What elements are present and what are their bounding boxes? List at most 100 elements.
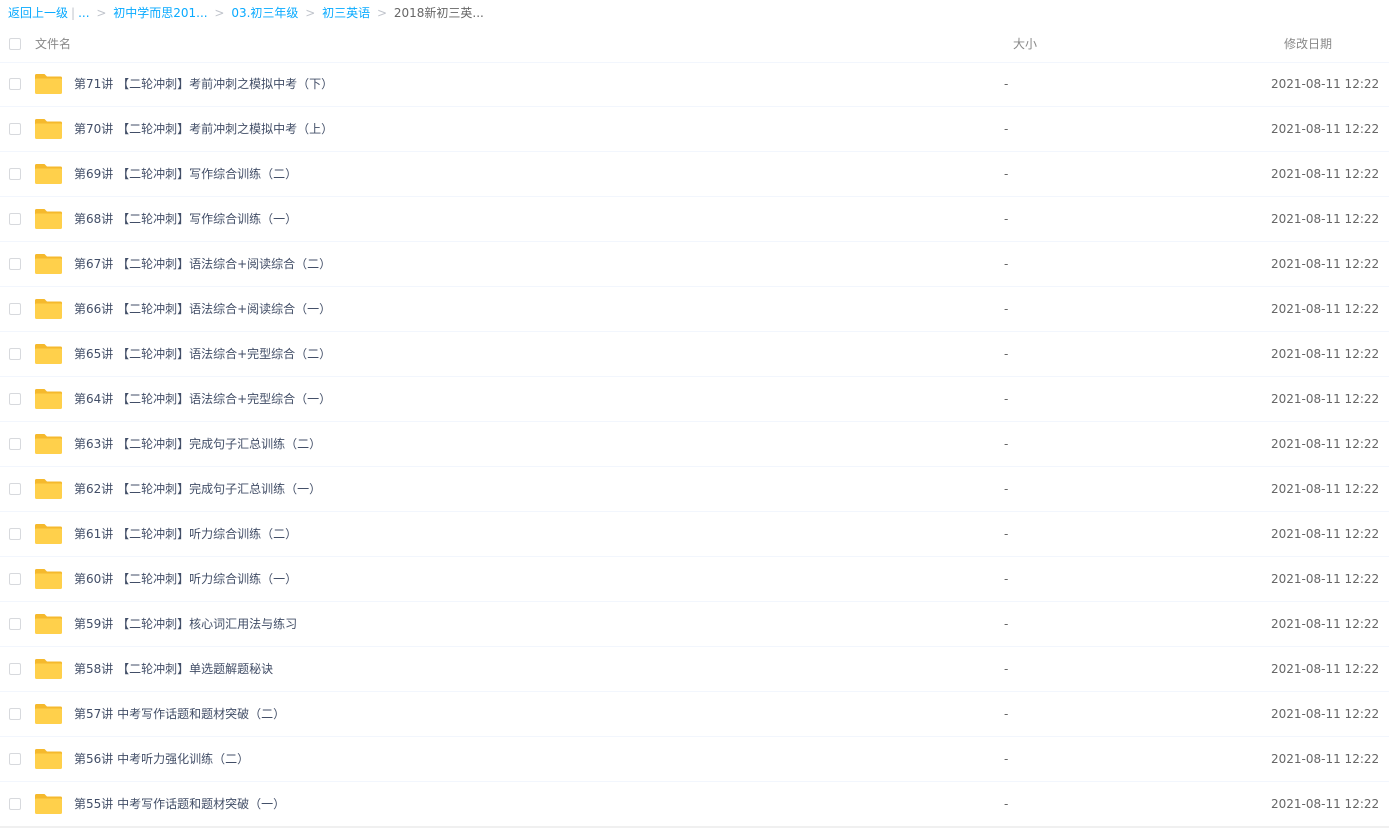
file-name[interactable]: 第69讲 【二轮冲刺】写作综合训练（二） <box>74 152 297 196</box>
column-header-name[interactable]: 文件名 <box>35 26 71 62</box>
file-name[interactable]: 第70讲 【二轮冲刺】考前冲刺之模拟中考（上） <box>74 107 333 151</box>
file-date: 2021-08-11 12:22 <box>1271 437 1380 451</box>
file-browser: 返回上一级 |... > 初中学而思201... > 03.初三年级 > 初三英语… <box>0 0 1389 828</box>
file-size: - <box>1004 437 1009 451</box>
folder-icon <box>35 119 62 139</box>
row-checkbox[interactable] <box>9 798 21 810</box>
file-size: - <box>1004 752 1009 766</box>
folder-icon <box>35 569 62 589</box>
file-row[interactable]: 第57讲 中考写作话题和题材突破（二） - 2021-08-11 12:22 <box>0 692 1389 737</box>
file-row[interactable]: 第70讲 【二轮冲刺】考前冲刺之模拟中考（上） - 2021-08-11 12:… <box>0 107 1389 152</box>
file-row[interactable]: 第68讲 【二轮冲刺】写作综合训练（一） - 2021-08-11 12:22 <box>0 197 1389 242</box>
file-name[interactable]: 第63讲 【二轮冲刺】完成句子汇总训练（二） <box>74 422 321 466</box>
file-size: - <box>1004 257 1009 271</box>
row-checkbox[interactable] <box>9 168 21 180</box>
folder-icon <box>35 479 62 499</box>
file-list: 第71讲 【二轮冲刺】考前冲刺之模拟中考（下） - 2021-08-11 12:… <box>0 62 1389 827</box>
file-name[interactable]: 第60讲 【二轮冲刺】听力综合训练（一） <box>74 557 297 601</box>
breadcrumb-ellipsis[interactable]: ... <box>78 6 89 20</box>
breadcrumb-separator: > <box>214 6 225 20</box>
file-row[interactable]: 第64讲 【二轮冲刺】语法综合+完型综合（一） - 2021-08-11 12:… <box>0 377 1389 422</box>
file-size: - <box>1004 302 1009 316</box>
select-all-checkbox[interactable] <box>9 38 21 50</box>
file-name[interactable]: 第65讲 【二轮冲刺】语法综合+完型综合（二） <box>74 332 331 376</box>
file-row[interactable]: 第56讲 中考听力强化训练（二） - 2021-08-11 12:22 <box>0 737 1389 782</box>
file-name[interactable]: 第67讲 【二轮冲刺】语法综合+阅读综合（二） <box>74 242 331 286</box>
row-checkbox[interactable] <box>9 483 21 495</box>
file-size: - <box>1004 482 1009 496</box>
row-checkbox[interactable] <box>9 528 21 540</box>
folder-icon <box>35 794 62 814</box>
row-checkbox[interactable] <box>9 708 21 720</box>
breadcrumb-item-2[interactable]: 03.初三年级 <box>231 6 298 20</box>
row-checkbox[interactable] <box>9 753 21 765</box>
file-size: - <box>1004 122 1009 136</box>
file-name[interactable]: 第55讲 中考写作话题和题材突破（一） <box>74 782 285 826</box>
folder-icon <box>35 614 62 634</box>
file-date: 2021-08-11 12:22 <box>1271 257 1380 271</box>
folder-icon <box>35 209 62 229</box>
row-checkbox[interactable] <box>9 258 21 270</box>
folder-icon <box>35 74 62 94</box>
file-name[interactable]: 第71讲 【二轮冲刺】考前冲刺之模拟中考（下） <box>74 62 333 106</box>
row-checkbox[interactable] <box>9 303 21 315</box>
file-row[interactable]: 第61讲 【二轮冲刺】听力综合训练（二） - 2021-08-11 12:22 <box>0 512 1389 557</box>
breadcrumb-current: 2018新初三英... <box>393 6 484 20</box>
file-date: 2021-08-11 12:22 <box>1271 572 1380 586</box>
file-name[interactable]: 第66讲 【二轮冲刺】语法综合+阅读综合（一） <box>74 287 331 331</box>
folder-icon <box>35 254 62 274</box>
column-header-date[interactable]: 修改日期 <box>1284 26 1332 62</box>
file-name[interactable]: 第56讲 中考听力强化训练（二） <box>74 737 249 781</box>
file-size: - <box>1004 527 1009 541</box>
folder-icon <box>35 164 62 184</box>
file-name[interactable]: 第61讲 【二轮冲刺】听力综合训练（二） <box>74 512 297 556</box>
file-size: - <box>1004 392 1009 406</box>
row-checkbox[interactable] <box>9 78 21 90</box>
file-row[interactable]: 第71讲 【二轮冲刺】考前冲刺之模拟中考（下） - 2021-08-11 12:… <box>0 62 1389 107</box>
file-row[interactable]: 第58讲 【二轮冲刺】单选题解题秘诀 - 2021-08-11 12:22 <box>0 647 1389 692</box>
file-row[interactable]: 第62讲 【二轮冲刺】完成句子汇总训练（一） - 2021-08-11 12:2… <box>0 467 1389 512</box>
row-checkbox[interactable] <box>9 573 21 585</box>
row-checkbox[interactable] <box>9 618 21 630</box>
file-date: 2021-08-11 12:22 <box>1271 302 1380 316</box>
file-size: - <box>1004 77 1009 91</box>
file-row[interactable]: 第60讲 【二轮冲刺】听力综合训练（一） - 2021-08-11 12:22 <box>0 557 1389 602</box>
file-row[interactable]: 第65讲 【二轮冲刺】语法综合+完型综合（二） - 2021-08-11 12:… <box>0 332 1389 377</box>
file-date: 2021-08-11 12:22 <box>1271 662 1380 676</box>
file-row[interactable]: 第67讲 【二轮冲刺】语法综合+阅读综合（二） - 2021-08-11 12:… <box>0 242 1389 287</box>
file-name[interactable]: 第64讲 【二轮冲刺】语法综合+完型综合（一） <box>74 377 331 421</box>
file-row[interactable]: 第55讲 中考写作话题和题材突破（一） - 2021-08-11 12:22 <box>0 782 1389 827</box>
row-checkbox[interactable] <box>9 393 21 405</box>
file-name[interactable]: 第59讲 【二轮冲刺】核心词汇用法与练习 <box>74 602 297 646</box>
folder-icon <box>35 749 62 769</box>
file-date: 2021-08-11 12:22 <box>1271 617 1380 631</box>
row-checkbox[interactable] <box>9 438 21 450</box>
row-checkbox[interactable] <box>9 213 21 225</box>
file-name[interactable]: 第62讲 【二轮冲刺】完成句子汇总训练（一） <box>74 467 321 511</box>
file-row[interactable]: 第69讲 【二轮冲刺】写作综合训练（二） - 2021-08-11 12:22 <box>0 152 1389 197</box>
back-link[interactable]: 返回上一级 <box>8 6 68 20</box>
file-row[interactable]: 第66讲 【二轮冲刺】语法综合+阅读综合（一） - 2021-08-11 12:… <box>0 287 1389 332</box>
file-row[interactable]: 第59讲 【二轮冲刺】核心词汇用法与练习 - 2021-08-11 12:22 <box>0 602 1389 647</box>
breadcrumb-separator: > <box>376 6 388 20</box>
file-size: - <box>1004 167 1009 181</box>
folder-icon <box>35 524 62 544</box>
breadcrumb-separator: > <box>96 6 107 20</box>
file-date: 2021-08-11 12:22 <box>1271 212 1380 226</box>
folder-icon <box>35 389 62 409</box>
row-checkbox[interactable] <box>9 348 21 360</box>
file-date: 2021-08-11 12:22 <box>1271 122 1380 136</box>
file-size: - <box>1004 707 1009 721</box>
file-date: 2021-08-11 12:22 <box>1271 752 1380 766</box>
column-header-size[interactable]: 大小 <box>1013 26 1037 62</box>
breadcrumb-item-1[interactable]: 初中学而思201... <box>113 6 207 20</box>
file-name[interactable]: 第57讲 中考写作话题和题材突破（二） <box>74 692 285 736</box>
file-name[interactable]: 第58讲 【二轮冲刺】单选题解题秘诀 <box>74 647 273 691</box>
file-row[interactable]: 第63讲 【二轮冲刺】完成句子汇总训练（二） - 2021-08-11 12:2… <box>0 422 1389 467</box>
breadcrumb: 返回上一级 |... > 初中学而思201... > 03.初三年级 > 初三英语… <box>8 0 484 26</box>
breadcrumb-item-3[interactable]: 初三英语 <box>322 6 370 20</box>
row-checkbox[interactable] <box>9 663 21 675</box>
row-checkbox[interactable] <box>9 123 21 135</box>
file-name[interactable]: 第68讲 【二轮冲刺】写作综合训练（一） <box>74 197 297 241</box>
file-size: - <box>1004 617 1009 631</box>
